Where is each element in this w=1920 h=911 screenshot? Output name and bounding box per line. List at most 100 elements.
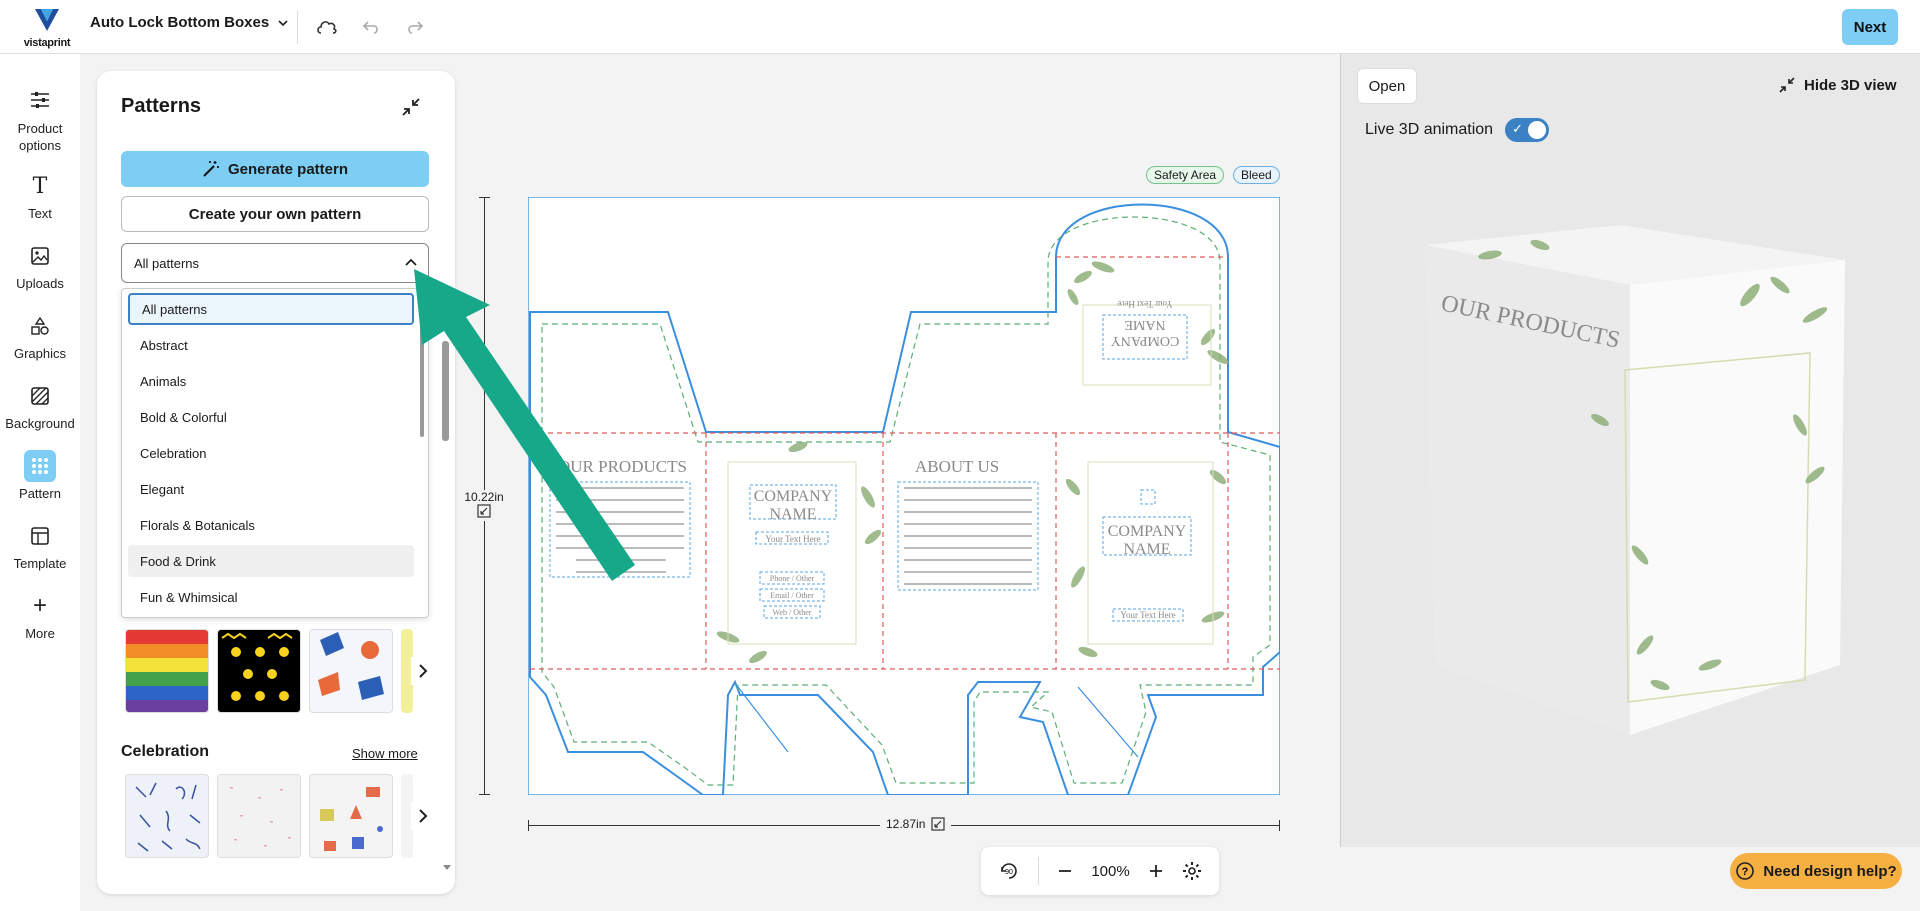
hide-3d-view-button[interactable]: Hide 3D view: [1778, 76, 1897, 94]
svg-text:?: ?: [1742, 866, 1749, 878]
scroll-down-icon[interactable]: [442, 864, 452, 872]
pattern-thumbnail[interactable]: [217, 774, 301, 858]
vistaprint-logo[interactable]: vistaprint: [22, 8, 72, 49]
plus-icon: +: [32, 592, 47, 619]
canvas-your-text: Your Text Here: [1120, 610, 1175, 620]
dropdown-option[interactable]: Abstract: [128, 329, 414, 361]
canvas-phone-text: Phone / Other: [770, 574, 815, 583]
canvas-name-text-flipped: NAME: [1124, 317, 1165, 332]
top-bar: vistaprint Auto Lock Bottom Boxes Next: [0, 0, 1920, 54]
grid-dots-icon: [24, 450, 56, 482]
rail-item-graphics[interactable]: Graphics: [0, 310, 80, 361]
rail-item-more[interactable]: + More: [0, 590, 80, 641]
zoom-toolbar: 90 100%: [981, 847, 1219, 895]
next-button[interactable]: Next: [1842, 9, 1898, 45]
dropdown-option[interactable]: Fun & Whimsical: [128, 581, 414, 613]
canvas-name-text: NAME: [769, 506, 816, 523]
dropdown-option[interactable]: Bold & Colorful: [128, 401, 414, 433]
dropdown-option[interactable]: Animals: [128, 365, 414, 397]
bleed-boundary: [528, 197, 1280, 795]
zoom-level[interactable]: 100%: [1091, 863, 1129, 880]
question-icon: ?: [1736, 862, 1755, 880]
carousel-next-button[interactable]: [411, 657, 435, 685]
box-right-face: [1630, 260, 1845, 735]
pattern-thumbnails-row: [125, 774, 435, 858]
rail-item-text[interactable]: T Text: [0, 170, 80, 222]
gear-icon[interactable]: [1182, 861, 1202, 881]
canvas-email-text: Email / Other: [770, 591, 814, 600]
panel-title: Patterns: [121, 95, 202, 117]
svg-text:90: 90: [1005, 869, 1013, 876]
bleed-tag[interactable]: Bleed: [1233, 166, 1280, 184]
rail-item-product-options[interactable]: Product options: [0, 84, 80, 154]
live-3d-label: Live 3D animation: [1365, 121, 1494, 138]
dimension-tick: [528, 820, 529, 831]
create-own-pattern-button[interactable]: Create your own pattern: [121, 196, 429, 232]
cloud-save-button[interactable]: [312, 12, 342, 42]
sliders-icon: [24, 84, 56, 116]
rail-item-uploads[interactable]: Uploads: [0, 240, 80, 291]
pattern-thumbnail[interactable]: [309, 774, 393, 858]
redo-button[interactable]: [400, 12, 430, 42]
rail-label: Background: [5, 416, 75, 431]
rail-item-pattern[interactable]: Pattern: [0, 450, 80, 501]
box-dieline-canvas[interactable]: OUR PRODUCTS ABOUT US COMPANY NAME COMPA…: [528, 197, 1280, 795]
safety-area-tag[interactable]: Safety Area: [1146, 166, 1225, 184]
template-icon: [24, 520, 56, 552]
carousel-next-button[interactable]: [411, 802, 435, 830]
rail-label: Text: [28, 206, 52, 221]
image-upload-icon: [24, 240, 56, 272]
chevron-down-icon: [278, 19, 288, 26]
undo-icon: [362, 21, 378, 34]
rail-label: More: [25, 626, 55, 641]
collapse-icon[interactable]: [399, 95, 423, 119]
category-dropdown: All patterns Abstract Animals Bold & Colorf…: [121, 288, 429, 618]
select-value: All patterns: [134, 255, 200, 271]
pattern-thumbnail[interactable]: [309, 629, 393, 713]
pattern-category-select[interactable]: All patterns: [121, 243, 429, 283]
dropdown-option[interactable]: Celebration: [128, 437, 414, 469]
pattern-thumbnail[interactable]: [125, 629, 209, 713]
document-title[interactable]: Auto Lock Bottom Boxes: [90, 14, 289, 31]
generate-pattern-button[interactable]: Generate pattern: [121, 151, 429, 187]
shapes-icon: [24, 310, 56, 342]
canvas-company-text-flipped: COMPANY: [1111, 333, 1180, 348]
live-3d-toggle[interactable]: ✓: [1505, 118, 1550, 142]
magic-wand-icon: [203, 161, 219, 177]
cloud-icon: [317, 21, 337, 34]
canvas-company-text: COMPANY: [1108, 523, 1187, 540]
check-icon: ✓: [1512, 121, 1523, 136]
live-3d-animation-row: Live 3D animation ✓: [1365, 118, 1550, 142]
open-3d-button[interactable]: Open: [1357, 68, 1417, 104]
need-design-help-button[interactable]: ? Need design help?: [1730, 853, 1902, 889]
text-icon: T: [32, 173, 48, 199]
dropdown-option[interactable]: Florals & Botanicals: [128, 509, 414, 541]
show-more-link[interactable]: Show more: [352, 746, 418, 761]
chevron-right-icon: [419, 809, 428, 823]
pattern-thumbnail[interactable]: [217, 629, 301, 713]
need-design-help-label: Need design help?: [1763, 862, 1897, 880]
width-value: 12.87in: [886, 817, 926, 831]
rail-item-background[interactable]: Background: [0, 380, 80, 431]
rail-item-template[interactable]: Template: [0, 520, 80, 571]
zoom-in-icon[interactable]: [1148, 863, 1164, 879]
annotation-arrow: [414, 269, 635, 581]
zoom-out-icon[interactable]: [1057, 863, 1073, 879]
edit-size-icon: [931, 817, 945, 831]
pattern-thumbnail[interactable]: [125, 774, 209, 858]
dropdown-option[interactable]: Food & Drink: [128, 545, 414, 577]
document-title-text: Auto Lock Bottom Boxes: [90, 14, 270, 31]
width-dimension-label[interactable]: 12.87in: [880, 817, 952, 831]
rotate-view-icon[interactable]: 90: [998, 860, 1020, 882]
rail-label: Product options: [17, 121, 63, 153]
canvas-company-text: COMPANY: [754, 488, 833, 505]
dropdown-option[interactable]: Elegant: [128, 473, 414, 505]
3d-box-preview[interactable]: OUR PRODUCTS: [1420, 225, 1860, 735]
rail-label: Uploads: [16, 276, 64, 291]
undo-button[interactable]: [356, 12, 386, 42]
canvas-heading-about-us: ABOUT US: [915, 457, 999, 476]
dropdown-option[interactable]: All patterns: [128, 293, 414, 325]
rail-label: Pattern: [19, 486, 61, 501]
logo-icon: [35, 9, 59, 31]
rail-label: Template: [13, 556, 67, 571]
